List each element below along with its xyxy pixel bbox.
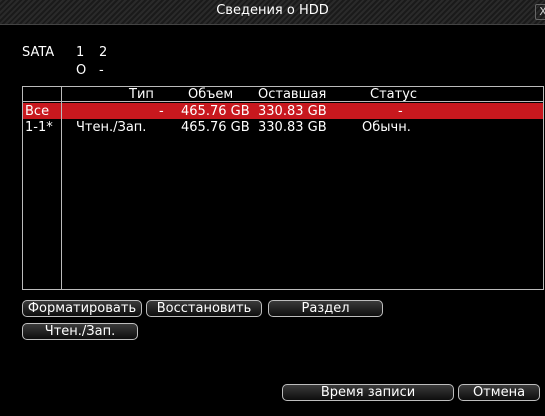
sata-label: SATA <box>22 45 55 60</box>
header-status: Статус <box>370 87 418 102</box>
title-bar: Сведения о HDD X <box>0 0 545 25</box>
row-remaining: 330.83 GB <box>258 120 327 135</box>
header-size: Объем <box>188 87 234 102</box>
window-title: Сведения о HDD <box>216 3 329 18</box>
hdd-info-window: Сведения о HDD X SATA 1 2 O - Тип Объем … <box>0 0 545 416</box>
row-status: - <box>398 104 403 119</box>
close-icon[interactable]: X <box>535 4 545 20</box>
row-type: Чтен./Зап. <box>76 120 147 135</box>
row-size: 465.76 GB <box>181 120 250 135</box>
restore-button[interactable]: Восстановить <box>146 300 262 317</box>
row-status: Обычн. <box>362 120 411 135</box>
row-id: 1-1* <box>25 120 53 135</box>
sata-port-1-status: O <box>76 63 87 78</box>
header-remaining: Оставшая <box>258 87 327 102</box>
row-remaining: 330.83 GB <box>258 104 327 119</box>
readwrite-button[interactable]: Чтен./Зап. <box>22 323 138 340</box>
row-id: Все <box>25 104 50 119</box>
format-button[interactable]: Форматировать <box>22 300 142 317</box>
sata-port-2-status: - <box>99 63 104 78</box>
row-size: 465.76 GB <box>181 104 250 119</box>
header-type: Тип <box>129 87 154 102</box>
sata-port-1: 1 <box>76 45 85 60</box>
sata-port-2: 2 <box>99 45 108 60</box>
column-divider <box>61 87 62 289</box>
record-time-button[interactable]: Время записи <box>282 384 454 401</box>
partition-button[interactable]: Раздел <box>268 300 383 317</box>
row-type: - <box>159 104 164 119</box>
cancel-button[interactable]: Отмена <box>458 384 540 401</box>
hdd-table: Тип Объем Оставшая Статус Все - 465.76 G… <box>22 86 544 290</box>
